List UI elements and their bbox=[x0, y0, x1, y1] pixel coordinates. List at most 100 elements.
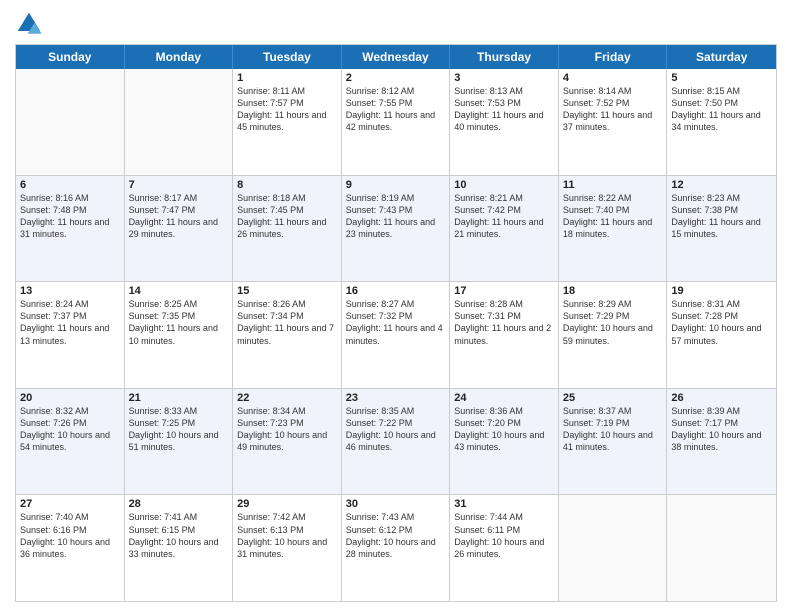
day-info: Sunrise: 8:15 AM Sunset: 7:50 PM Dayligh… bbox=[671, 85, 772, 134]
day-number: 5 bbox=[671, 72, 772, 84]
day-number: 21 bbox=[129, 392, 229, 404]
calendar-cell: 12Sunrise: 8:23 AM Sunset: 7:38 PM Dayli… bbox=[667, 176, 776, 282]
day-info: Sunrise: 8:21 AM Sunset: 7:42 PM Dayligh… bbox=[454, 192, 554, 241]
day-info: Sunrise: 7:44 AM Sunset: 6:11 PM Dayligh… bbox=[454, 511, 554, 560]
calendar-cell: 26Sunrise: 8:39 AM Sunset: 7:17 PM Dayli… bbox=[667, 389, 776, 495]
calendar-body: 1Sunrise: 8:11 AM Sunset: 7:57 PM Daylig… bbox=[16, 69, 776, 601]
calendar-cell bbox=[125, 69, 234, 175]
day-info: Sunrise: 8:34 AM Sunset: 7:23 PM Dayligh… bbox=[237, 405, 337, 454]
day-info: Sunrise: 8:31 AM Sunset: 7:28 PM Dayligh… bbox=[671, 298, 772, 347]
day-number: 15 bbox=[237, 285, 337, 297]
day-number: 7 bbox=[129, 179, 229, 191]
day-info: Sunrise: 8:29 AM Sunset: 7:29 PM Dayligh… bbox=[563, 298, 663, 347]
calendar-cell bbox=[667, 495, 776, 601]
day-number: 16 bbox=[346, 285, 446, 297]
day-info: Sunrise: 8:22 AM Sunset: 7:40 PM Dayligh… bbox=[563, 192, 663, 241]
calendar-cell: 6Sunrise: 8:16 AM Sunset: 7:48 PM Daylig… bbox=[16, 176, 125, 282]
calendar-cell: 13Sunrise: 8:24 AM Sunset: 7:37 PM Dayli… bbox=[16, 282, 125, 388]
day-number: 30 bbox=[346, 498, 446, 510]
day-info: Sunrise: 8:33 AM Sunset: 7:25 PM Dayligh… bbox=[129, 405, 229, 454]
day-number: 27 bbox=[20, 498, 120, 510]
calendar-row-0: 1Sunrise: 8:11 AM Sunset: 7:57 PM Daylig… bbox=[16, 69, 776, 175]
calendar-cell: 2Sunrise: 8:12 AM Sunset: 7:55 PM Daylig… bbox=[342, 69, 451, 175]
day-number: 2 bbox=[346, 72, 446, 84]
day-number: 4 bbox=[563, 72, 663, 84]
calendar-row-4: 27Sunrise: 7:40 AM Sunset: 6:16 PM Dayli… bbox=[16, 494, 776, 601]
calendar-cell: 3Sunrise: 8:13 AM Sunset: 7:53 PM Daylig… bbox=[450, 69, 559, 175]
header-day-tuesday: Tuesday bbox=[233, 45, 342, 69]
day-number: 11 bbox=[563, 179, 663, 191]
day-info: Sunrise: 8:39 AM Sunset: 7:17 PM Dayligh… bbox=[671, 405, 772, 454]
day-number: 29 bbox=[237, 498, 337, 510]
day-number: 31 bbox=[454, 498, 554, 510]
header-day-wednesday: Wednesday bbox=[342, 45, 451, 69]
day-info: Sunrise: 8:19 AM Sunset: 7:43 PM Dayligh… bbox=[346, 192, 446, 241]
calendar-cell: 14Sunrise: 8:25 AM Sunset: 7:35 PM Dayli… bbox=[125, 282, 234, 388]
day-info: Sunrise: 8:16 AM Sunset: 7:48 PM Dayligh… bbox=[20, 192, 120, 241]
day-number: 6 bbox=[20, 179, 120, 191]
day-number: 10 bbox=[454, 179, 554, 191]
calendar-header: SundayMondayTuesdayWednesdayThursdayFrid… bbox=[16, 45, 776, 69]
day-info: Sunrise: 8:13 AM Sunset: 7:53 PM Dayligh… bbox=[454, 85, 554, 134]
page: SundayMondayTuesdayWednesdayThursdayFrid… bbox=[0, 0, 792, 612]
calendar-cell: 28Sunrise: 7:41 AM Sunset: 6:15 PM Dayli… bbox=[125, 495, 234, 601]
day-number: 28 bbox=[129, 498, 229, 510]
day-info: Sunrise: 8:32 AM Sunset: 7:26 PM Dayligh… bbox=[20, 405, 120, 454]
calendar-cell: 18Sunrise: 8:29 AM Sunset: 7:29 PM Dayli… bbox=[559, 282, 668, 388]
day-number: 25 bbox=[563, 392, 663, 404]
header-day-monday: Monday bbox=[125, 45, 234, 69]
day-number: 18 bbox=[563, 285, 663, 297]
calendar-cell: 25Sunrise: 8:37 AM Sunset: 7:19 PM Dayli… bbox=[559, 389, 668, 495]
day-info: Sunrise: 8:27 AM Sunset: 7:32 PM Dayligh… bbox=[346, 298, 446, 347]
day-info: Sunrise: 7:40 AM Sunset: 6:16 PM Dayligh… bbox=[20, 511, 120, 560]
day-info: Sunrise: 8:25 AM Sunset: 7:35 PM Dayligh… bbox=[129, 298, 229, 347]
day-number: 17 bbox=[454, 285, 554, 297]
day-info: Sunrise: 8:36 AM Sunset: 7:20 PM Dayligh… bbox=[454, 405, 554, 454]
calendar-cell: 7Sunrise: 8:17 AM Sunset: 7:47 PM Daylig… bbox=[125, 176, 234, 282]
day-number: 20 bbox=[20, 392, 120, 404]
calendar-cell: 19Sunrise: 8:31 AM Sunset: 7:28 PM Dayli… bbox=[667, 282, 776, 388]
calendar-cell bbox=[16, 69, 125, 175]
calendar-cell: 1Sunrise: 8:11 AM Sunset: 7:57 PM Daylig… bbox=[233, 69, 342, 175]
day-info: Sunrise: 8:14 AM Sunset: 7:52 PM Dayligh… bbox=[563, 85, 663, 134]
day-info: Sunrise: 7:42 AM Sunset: 6:13 PM Dayligh… bbox=[237, 511, 337, 560]
day-number: 26 bbox=[671, 392, 772, 404]
header bbox=[15, 10, 777, 38]
day-number: 8 bbox=[237, 179, 337, 191]
header-day-sunday: Sunday bbox=[16, 45, 125, 69]
logo bbox=[15, 10, 47, 38]
calendar-cell: 15Sunrise: 8:26 AM Sunset: 7:34 PM Dayli… bbox=[233, 282, 342, 388]
day-number: 14 bbox=[129, 285, 229, 297]
day-number: 3 bbox=[454, 72, 554, 84]
day-number: 22 bbox=[237, 392, 337, 404]
day-info: Sunrise: 7:43 AM Sunset: 6:12 PM Dayligh… bbox=[346, 511, 446, 560]
calendar-cell: 11Sunrise: 8:22 AM Sunset: 7:40 PM Dayli… bbox=[559, 176, 668, 282]
day-number: 13 bbox=[20, 285, 120, 297]
calendar-cell: 31Sunrise: 7:44 AM Sunset: 6:11 PM Dayli… bbox=[450, 495, 559, 601]
day-number: 1 bbox=[237, 72, 337, 84]
calendar-cell: 9Sunrise: 8:19 AM Sunset: 7:43 PM Daylig… bbox=[342, 176, 451, 282]
day-info: Sunrise: 8:11 AM Sunset: 7:57 PM Dayligh… bbox=[237, 85, 337, 134]
calendar-row-2: 13Sunrise: 8:24 AM Sunset: 7:37 PM Dayli… bbox=[16, 281, 776, 388]
calendar-cell: 10Sunrise: 8:21 AM Sunset: 7:42 PM Dayli… bbox=[450, 176, 559, 282]
logo-icon bbox=[15, 10, 43, 38]
calendar-cell: 8Sunrise: 8:18 AM Sunset: 7:45 PM Daylig… bbox=[233, 176, 342, 282]
calendar-cell: 24Sunrise: 8:36 AM Sunset: 7:20 PM Dayli… bbox=[450, 389, 559, 495]
day-info: Sunrise: 8:37 AM Sunset: 7:19 PM Dayligh… bbox=[563, 405, 663, 454]
header-day-saturday: Saturday bbox=[667, 45, 776, 69]
calendar-cell: 30Sunrise: 7:43 AM Sunset: 6:12 PM Dayli… bbox=[342, 495, 451, 601]
day-info: Sunrise: 8:35 AM Sunset: 7:22 PM Dayligh… bbox=[346, 405, 446, 454]
header-day-friday: Friday bbox=[559, 45, 668, 69]
header-day-thursday: Thursday bbox=[450, 45, 559, 69]
day-number: 23 bbox=[346, 392, 446, 404]
day-info: Sunrise: 7:41 AM Sunset: 6:15 PM Dayligh… bbox=[129, 511, 229, 560]
calendar-cell: 4Sunrise: 8:14 AM Sunset: 7:52 PM Daylig… bbox=[559, 69, 668, 175]
calendar-cell: 17Sunrise: 8:28 AM Sunset: 7:31 PM Dayli… bbox=[450, 282, 559, 388]
calendar-cell: 29Sunrise: 7:42 AM Sunset: 6:13 PM Dayli… bbox=[233, 495, 342, 601]
day-number: 12 bbox=[671, 179, 772, 191]
calendar: SundayMondayTuesdayWednesdayThursdayFrid… bbox=[15, 44, 777, 602]
calendar-cell: 21Sunrise: 8:33 AM Sunset: 7:25 PM Dayli… bbox=[125, 389, 234, 495]
calendar-cell bbox=[559, 495, 668, 601]
day-info: Sunrise: 8:12 AM Sunset: 7:55 PM Dayligh… bbox=[346, 85, 446, 134]
calendar-row-3: 20Sunrise: 8:32 AM Sunset: 7:26 PM Dayli… bbox=[16, 388, 776, 495]
